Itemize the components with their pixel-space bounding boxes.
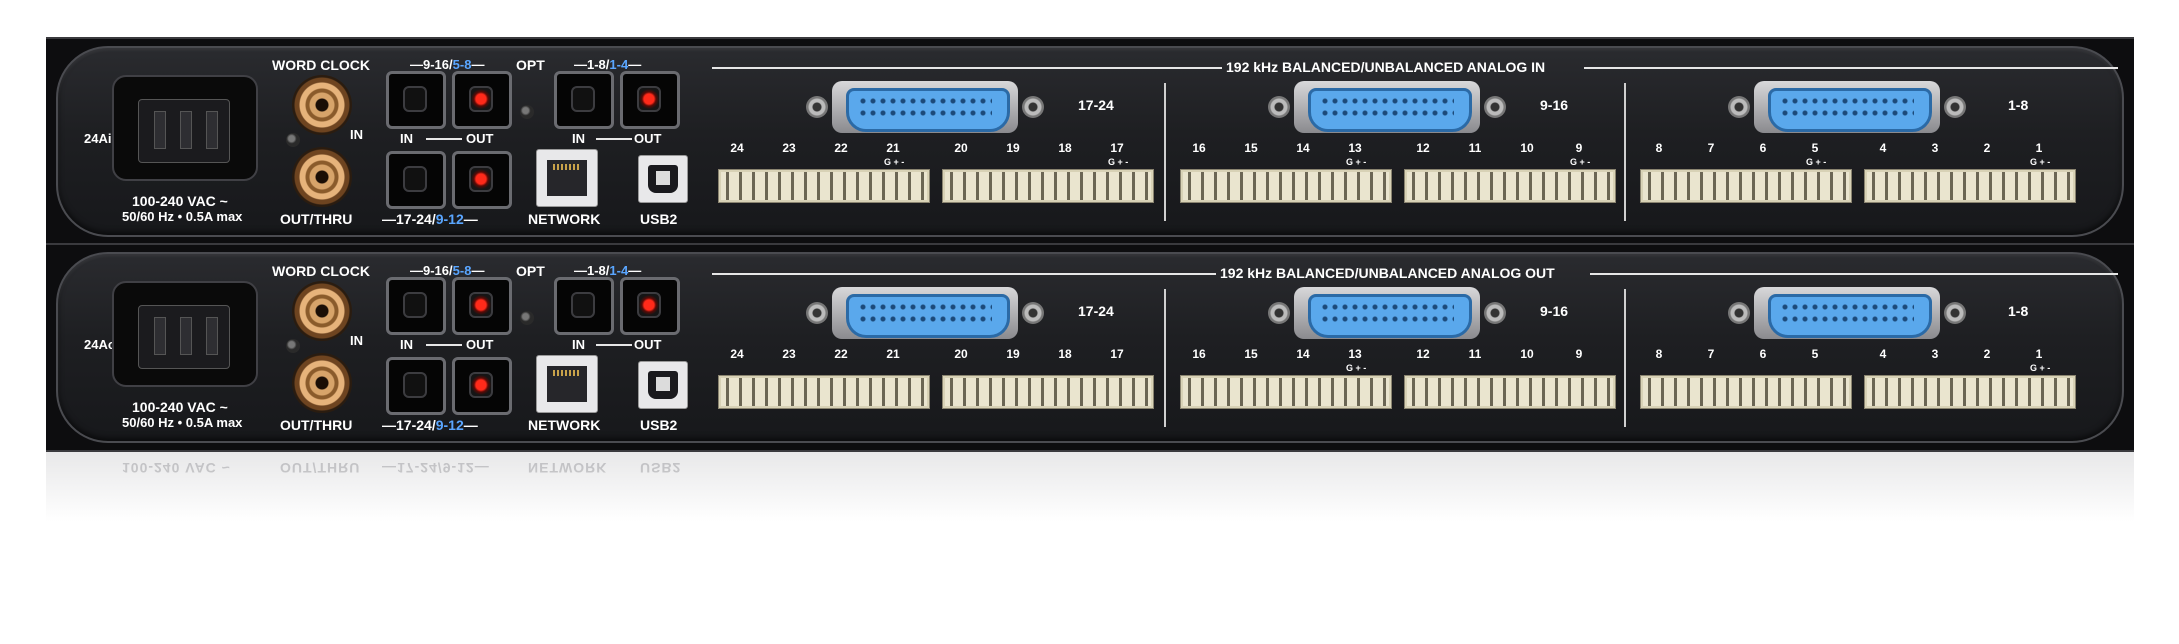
opt-range-label: —1-8/1-4— [574,57,642,72]
screw [286,133,300,147]
power-spec: 50/60 Hz • 0.5A max [122,415,243,430]
power-inlet[interactable] [112,75,258,181]
word-clock-in-bnc[interactable] [292,75,352,135]
optical-out-17-24[interactable] [452,151,512,209]
dsub-1-8[interactable] [1728,81,1966,133]
terminal-block-12-9[interactable] [1404,169,1616,203]
optical-out-9-16[interactable] [452,277,512,335]
optical-out-1-8[interactable] [620,277,680,335]
dsub-17-24[interactable] [806,81,1044,133]
dsub-label: 1-8 [2008,303,2029,319]
opt-label: OPT [516,263,545,279]
reflection-text: NETWORK [528,460,608,476]
optical-out-9-16[interactable] [452,71,512,129]
dsub-17-24[interactable] [806,287,1044,339]
optical-in-9-16[interactable] [386,71,446,129]
model-label: 24Ai [84,131,112,146]
terminal-block-12-9[interactable] [1404,375,1616,409]
dsub-label: 17-24 [1078,97,1114,113]
optical-in-17-24[interactable] [386,151,446,209]
opt-in-label: IN [400,131,413,146]
optical-out-17-24[interactable] [452,357,512,415]
dsub-label: 9-16 [1540,303,1569,319]
optical-in-1-8[interactable] [554,277,614,335]
adat-a-label: —9-16/5-8— [410,263,485,278]
network-label: NETWORK [528,211,601,227]
section-title: 192 kHz BALANCED/UNBALANCED ANALOG IN [1226,59,1546,75]
dsub-1-8[interactable] [1728,287,1966,339]
opt-in-label: IN [400,337,413,352]
word-clock-out-bnc[interactable] [292,353,352,413]
opt-in-label: IN [572,131,585,146]
interface-24ao: 24Ao 100-240 VAC ~ 50/60 Hz • 0.5A max W… [46,243,2134,452]
terminal-block-8-5[interactable] [1640,169,1852,203]
usb2-label: USB2 [640,211,678,227]
terminal-block-4-1[interactable] [1864,375,2076,409]
adat-b-label: —17-24/9-12— [382,211,478,227]
reflection-text: USB2 [640,460,682,476]
dsub-label: 17-24 [1078,303,1114,319]
terminal-block-8-5[interactable] [1640,375,1852,409]
opt-out-label: OUT [634,131,662,146]
usb2-port[interactable] [638,155,688,203]
power-voltage: 100-240 VAC ~ [132,193,228,209]
network-port[interactable] [536,355,598,413]
floor-reflection: 100-240 VAC ~ OUT/THRU —17-24/9-12— NETW… [46,452,2134,522]
section-title: 192 kHz BALANCED/UNBALANCED ANALOG OUT [1220,265,1555,281]
word-clock-out-bnc[interactable] [292,147,352,207]
word-clock-label: WORD CLOCK [272,57,370,73]
optical-in-1-8[interactable] [554,71,614,129]
opt-out-label: OUT [466,131,494,146]
terminal-block-16-13[interactable] [1180,169,1392,203]
terminal-block-20-17[interactable] [942,375,1154,409]
interface-24ai: 24Ai 100-240 VAC ~ 50/60 Hz • 0.5A max W… [46,37,2134,246]
terminal-block-20-17[interactable] [942,169,1154,203]
wc-out-thru-label: OUT/THRU [280,211,353,227]
dsub-9-16[interactable] [1268,81,1506,133]
usb2-label: USB2 [640,417,678,433]
opt-range-label: —1-8/1-4— [574,263,642,278]
terminal-block-24-21[interactable] [718,375,930,409]
wc-in-label: IN [350,333,363,348]
terminal-block-4-1[interactable] [1864,169,2076,203]
adat-b-label: —17-24/9-12— [382,417,478,433]
optical-out-1-8[interactable] [620,71,680,129]
optical-in-17-24[interactable] [386,357,446,415]
optical-in-9-16[interactable] [386,277,446,335]
power-inlet[interactable] [112,281,258,387]
power-voltage: 100-240 VAC ~ [132,399,228,415]
wc-out-thru-label: OUT/THRU [280,417,353,433]
screw [520,105,534,119]
screw [286,339,300,353]
dsub-9-16[interactable] [1268,287,1506,339]
terminal-block-16-13[interactable] [1180,375,1392,409]
screw [520,311,534,325]
reflection-text: —17-24/9-12— [382,460,490,476]
power-spec: 50/60 Hz • 0.5A max [122,209,243,224]
opt-in-label: IN [572,337,585,352]
terminal-block-24-21[interactable] [718,169,930,203]
network-port[interactable] [536,149,598,207]
opt-out-label: OUT [466,337,494,352]
network-label: NETWORK [528,417,601,433]
dsub-label: 9-16 [1540,97,1569,113]
word-clock-label: WORD CLOCK [272,263,370,279]
adat-a-label: —9-16/5-8— [410,57,485,72]
reflection-text: 100-240 VAC ~ [122,460,231,476]
word-clock-in-bnc[interactable] [292,281,352,341]
reflection-text: OUT/THRU [280,460,361,476]
opt-label: OPT [516,57,545,73]
usb2-port[interactable] [638,361,688,409]
opt-out-label: OUT [634,337,662,352]
wc-in-label: IN [350,127,363,142]
dsub-label: 1-8 [2008,97,2029,113]
